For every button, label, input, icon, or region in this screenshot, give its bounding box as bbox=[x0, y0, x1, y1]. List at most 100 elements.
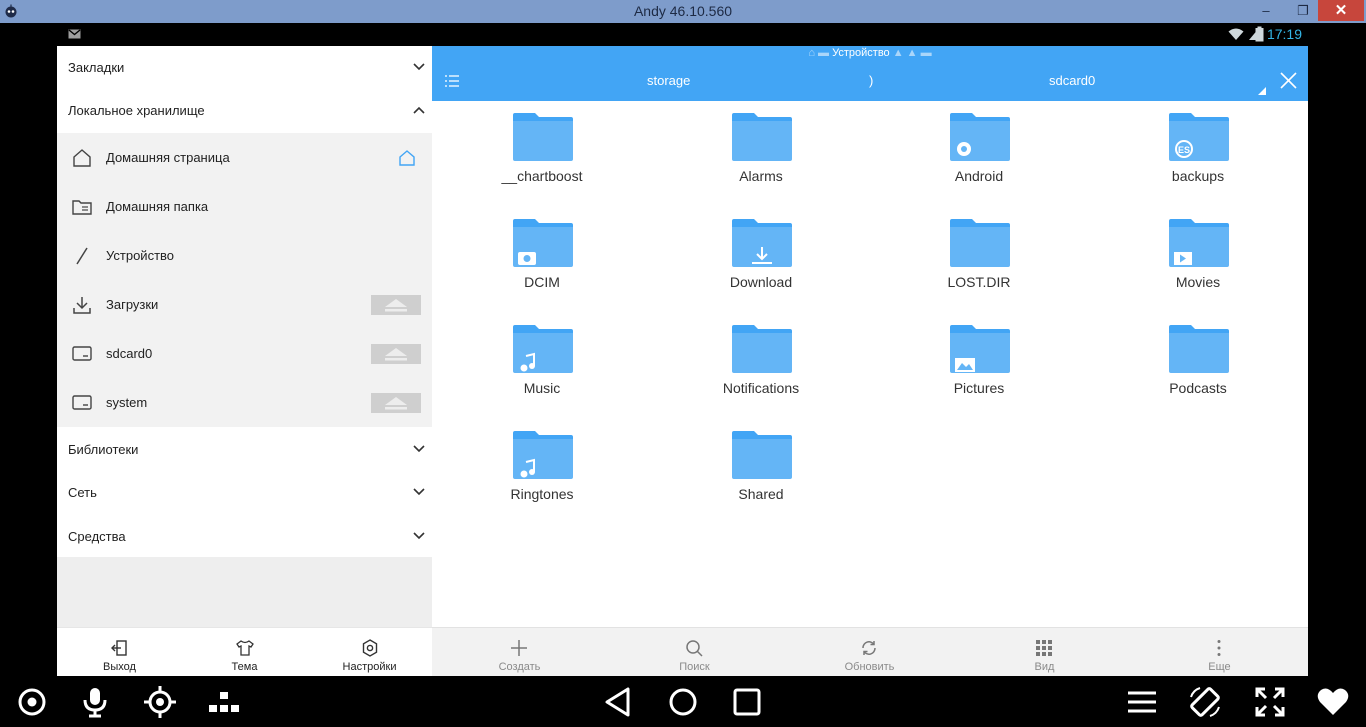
back-icon[interactable] bbox=[602, 685, 636, 719]
drawer-item-label: system bbox=[106, 395, 148, 410]
fullscreen-icon[interactable] bbox=[1253, 685, 1287, 719]
slash-icon bbox=[76, 247, 88, 265]
folder-icon bbox=[732, 431, 792, 479]
breadcrumb-current[interactable]: ⌂ ▬ Устройство ▲ ▲ ▬ bbox=[432, 47, 1308, 59]
drawer-item-system[interactable]: system bbox=[57, 378, 432, 427]
navigation-drawer: Закладки Локальное хранилище Домашняя ст… bbox=[57, 46, 432, 676]
refresh-icon bbox=[862, 641, 876, 655]
path-separator: ) bbox=[869, 73, 874, 88]
drawer-item-label: Домашняя папка bbox=[106, 199, 209, 214]
folder-item[interactable]: Music bbox=[442, 325, 642, 415]
more-label: Еще bbox=[1208, 661, 1231, 673]
section-bookmarks[interactable]: Закладки bbox=[57, 46, 432, 89]
search-button[interactable]: Поиск bbox=[607, 628, 782, 677]
more-icon bbox=[1217, 640, 1221, 656]
chevron-down-icon bbox=[413, 63, 425, 71]
plus-icon bbox=[511, 640, 527, 656]
folder-item[interactable]: Movies bbox=[1098, 219, 1298, 309]
eject-button[interactable] bbox=[371, 393, 421, 413]
drawer-item-home-page[interactable]: Домашняя страница bbox=[57, 133, 432, 182]
section-libraries[interactable]: Библиотеки bbox=[57, 427, 432, 471]
folder-icon bbox=[732, 325, 792, 373]
home-icon bbox=[73, 149, 91, 167]
close-path-icon[interactable] bbox=[1280, 72, 1297, 89]
search-icon bbox=[686, 640, 703, 657]
path-segment-sdcard0[interactable]: sdcard0 bbox=[1049, 73, 1095, 88]
set-home-icon[interactable] bbox=[397, 148, 417, 168]
folder-icon bbox=[513, 219, 573, 267]
sdcard-icon bbox=[72, 395, 92, 410]
crumb-icons: ▲ ▲ ▬ bbox=[889, 47, 932, 59]
folder-item[interactable]: Pictures bbox=[879, 325, 1079, 415]
close-window-button[interactable]: ✕ bbox=[1318, 0, 1364, 21]
folder-icon bbox=[732, 219, 792, 267]
home-folder-icon bbox=[72, 200, 92, 215]
eject-button[interactable] bbox=[371, 295, 421, 315]
folder-icon bbox=[1169, 325, 1229, 373]
home-nav-icon[interactable] bbox=[666, 685, 700, 719]
section-label: Сеть bbox=[68, 485, 97, 500]
folder-name: Shared bbox=[738, 486, 784, 502]
folder-icon bbox=[513, 113, 573, 161]
folder-item[interactable]: Notifications bbox=[661, 325, 861, 415]
record-icon[interactable] bbox=[15, 685, 49, 719]
corner-dropdown-icon[interactable] bbox=[1258, 87, 1266, 95]
more-button[interactable]: Еще bbox=[1132, 628, 1307, 677]
heart-icon[interactable] bbox=[1316, 685, 1350, 719]
folder-name: Alarms bbox=[739, 168, 783, 184]
folder-item[interactable]: LOST.DIR bbox=[879, 219, 1079, 309]
view-button[interactable]: Вид bbox=[957, 628, 1132, 677]
theme-button[interactable]: Тема bbox=[182, 628, 307, 677]
folder-item[interactable]: Android bbox=[879, 113, 1079, 203]
settings-button[interactable]: Настройки bbox=[307, 628, 432, 677]
exit-button[interactable]: Выход bbox=[57, 628, 182, 677]
main-toolbar: Создать Поиск Обновить Вид Еще bbox=[432, 627, 1308, 676]
folder-name: backups bbox=[1171, 168, 1225, 184]
rotate-icon[interactable] bbox=[1188, 685, 1222, 719]
window-title-bar: Andy 46.10.560 – ❐ ✕ bbox=[0, 0, 1366, 23]
folder-name: LOST.DIR bbox=[947, 274, 1011, 290]
drawer-item-device[interactable]: Устройство bbox=[57, 231, 432, 280]
refresh-button[interactable]: Обновить bbox=[782, 628, 957, 677]
restore-button[interactable]: ❐ bbox=[1293, 3, 1313, 19]
section-network[interactable]: Сеть bbox=[57, 471, 432, 514]
minimize-button[interactable]: – bbox=[1256, 3, 1276, 19]
folder-item[interactable]: Ringtones bbox=[442, 431, 642, 521]
eject-icon bbox=[385, 397, 407, 410]
folder-item[interactable]: ES backups bbox=[1098, 113, 1298, 203]
folder-item[interactable]: Download bbox=[661, 219, 861, 309]
drawer-item-downloads[interactable]: Загрузки bbox=[57, 280, 432, 329]
drawer-item-sdcard0[interactable]: sdcard0 bbox=[57, 329, 432, 378]
folder-name: Ringtones bbox=[510, 486, 574, 502]
status-bar: 17:19 bbox=[57, 23, 1308, 46]
folder-item[interactable]: Podcasts bbox=[1098, 325, 1298, 415]
eject-button[interactable] bbox=[371, 344, 421, 364]
grid-icon bbox=[1036, 640, 1052, 656]
drawer-item-home-folder[interactable]: Домашняя папка bbox=[57, 182, 432, 231]
create-button[interactable]: Создать bbox=[432, 628, 607, 677]
network-icon[interactable] bbox=[207, 685, 241, 719]
status-time: 17:19 bbox=[1266, 26, 1302, 42]
folder-icon bbox=[950, 325, 1010, 373]
refresh-label: Обновить bbox=[844, 661, 895, 673]
folder-item[interactable]: __chartboost bbox=[442, 113, 642, 203]
path-segment-storage[interactable]: storage bbox=[647, 73, 690, 88]
list-menu-icon[interactable] bbox=[444, 74, 460, 88]
crumb-icons: ⌂ ▬ bbox=[808, 47, 833, 59]
folder-item[interactable]: DCIM bbox=[442, 219, 642, 309]
recents-icon[interactable] bbox=[730, 685, 764, 719]
menu-icon[interactable] bbox=[1125, 685, 1159, 719]
chevron-up-icon bbox=[413, 106, 425, 114]
drawer-item-label: Домашняя страница bbox=[106, 150, 230, 165]
folder-item[interactable]: Shared bbox=[661, 431, 861, 521]
microphone-icon[interactable] bbox=[78, 685, 112, 719]
section-tools[interactable]: Средства bbox=[57, 514, 432, 557]
section-label: Средства bbox=[68, 529, 126, 544]
section-local-storage[interactable]: Локальное хранилище bbox=[57, 89, 432, 133]
drawer-item-label: Загрузки bbox=[106, 297, 159, 312]
location-icon[interactable] bbox=[143, 685, 177, 719]
host-navigation-bar bbox=[0, 676, 1366, 727]
sdcard-icon bbox=[72, 346, 92, 361]
gear-icon bbox=[362, 639, 378, 657]
folder-item[interactable]: Alarms bbox=[661, 113, 861, 203]
